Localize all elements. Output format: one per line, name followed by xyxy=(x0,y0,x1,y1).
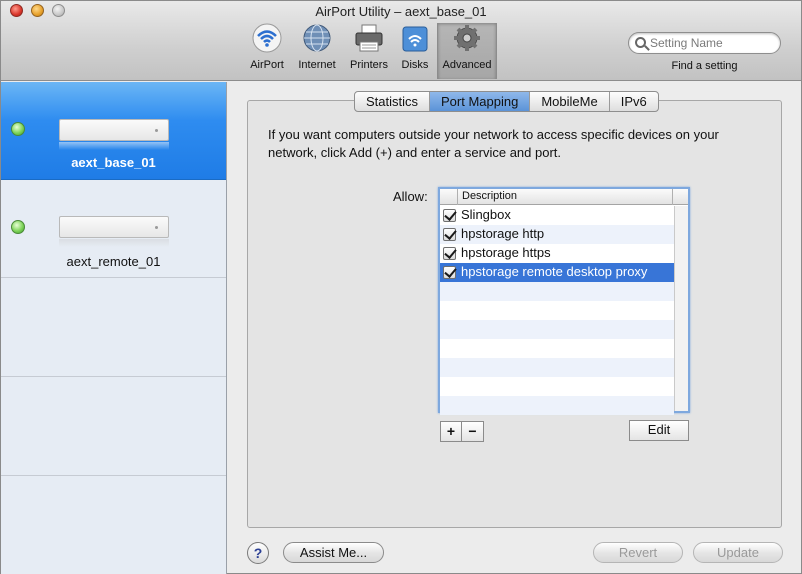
status-light-icon xyxy=(11,122,25,136)
setting-search[interactable] xyxy=(628,32,781,54)
column-corner xyxy=(672,189,688,205)
remove-mapping-button[interactable]: − xyxy=(461,421,484,442)
toolbar-internet[interactable]: Internet xyxy=(294,23,340,79)
description-column-header[interactable]: Description xyxy=(462,190,517,202)
update-button[interactable]: Update xyxy=(693,542,783,563)
device-item-aext-remote-01[interactable]: aext_remote_01 xyxy=(1,180,226,278)
list-item-selected[interactable]: hpstorage remote desktop proxy xyxy=(440,263,674,282)
empty-row xyxy=(440,282,674,301)
toolbar-printers-label: Printers xyxy=(350,59,388,71)
setting-search-input[interactable] xyxy=(650,35,775,51)
base-station-icon xyxy=(59,119,169,141)
search-icon xyxy=(635,37,646,48)
row-label: hpstorage http xyxy=(461,226,545,241)
list-item[interactable]: hpstorage https xyxy=(440,244,674,263)
tab-mobileme[interactable]: MobileMe xyxy=(530,92,610,111)
list-item[interactable]: Slingbox xyxy=(440,206,674,225)
enabled-checkbox[interactable] xyxy=(443,209,456,222)
row-label: Slingbox xyxy=(461,207,511,222)
empty-row xyxy=(440,377,674,396)
revert-button[interactable]: Revert xyxy=(593,542,683,563)
row-label: hpstorage remote desktop proxy xyxy=(461,264,648,279)
find-setting-caption: Find a setting xyxy=(671,60,738,72)
toolbar-disks-label: Disks xyxy=(401,59,429,71)
help-button[interactable]: ? xyxy=(247,542,269,564)
status-light-icon xyxy=(11,220,25,234)
base-station-reflection xyxy=(59,239,169,247)
sidebar-empty-row xyxy=(1,377,226,476)
checkbox-column-header[interactable] xyxy=(440,189,458,205)
toolbar-airport[interactable]: AirPort xyxy=(245,23,289,79)
tab-port-mapping[interactable]: Port Mapping xyxy=(430,92,531,111)
empty-row xyxy=(440,339,674,358)
allow-label: Allow: xyxy=(393,189,428,204)
toolbar-advanced[interactable]: Advanced xyxy=(437,23,497,79)
window-title: AirPort Utility – aext_base_01 xyxy=(315,4,487,19)
disk-icon xyxy=(399,23,431,53)
add-mapping-button[interactable]: + xyxy=(440,421,462,442)
list-item[interactable]: hpstorage http xyxy=(440,225,674,244)
row-label: hpstorage https xyxy=(461,245,551,260)
airport-utility-window: AirPort Utility – aext_base_01 AirPort I… xyxy=(0,0,802,574)
wifi-icon xyxy=(251,23,283,53)
toolbar-disks[interactable]: Disks xyxy=(397,23,433,79)
edit-button[interactable]: Edit xyxy=(629,420,689,441)
device-name: aext_remote_01 xyxy=(66,254,161,269)
globe-icon xyxy=(301,23,333,53)
base-station-reflection xyxy=(59,142,169,150)
tab-bar: Statistics Port Mapping MobileMe IPv6 xyxy=(354,91,659,112)
enabled-checkbox[interactable] xyxy=(443,247,456,260)
device-sidebar: aext_base_01 aext_remote_01 xyxy=(1,82,227,574)
port-mapping-description: If you want computers outside your netwo… xyxy=(268,127,719,160)
toolbar-internet-label: Internet xyxy=(298,59,336,71)
assist-me-button[interactable]: Assist Me... xyxy=(283,542,384,563)
tab-statistics[interactable]: Statistics xyxy=(355,92,431,111)
device-name: aext_base_01 xyxy=(71,155,156,170)
empty-row xyxy=(440,301,674,320)
list-scrollbar[interactable] xyxy=(674,206,688,411)
toolbar-printers[interactable]: Printers xyxy=(345,23,393,79)
empty-row xyxy=(440,396,674,415)
tab-ipv6[interactable]: IPv6 xyxy=(610,92,658,111)
toolbar-airport-label: AirPort xyxy=(250,59,284,71)
enabled-checkbox[interactable] xyxy=(443,266,456,279)
list-rows: Slingbox hpstorage http hpstorage https … xyxy=(440,206,674,415)
enabled-checkbox[interactable] xyxy=(443,228,456,241)
toolbar-advanced-label: Advanced xyxy=(442,59,492,71)
gear-icon xyxy=(451,23,483,53)
base-station-icon xyxy=(59,216,169,238)
sidebar-empty-row xyxy=(1,278,226,377)
empty-row xyxy=(440,358,674,377)
toolbar: AirPort Utility – aext_base_01 AirPort I… xyxy=(1,1,801,81)
device-item-aext-base-01[interactable]: aext_base_01 xyxy=(1,82,226,180)
printer-icon xyxy=(353,23,385,53)
list-header: Description xyxy=(440,189,688,205)
empty-row xyxy=(440,320,674,339)
port-mapping-list[interactable]: Description Slingbox hpstorage http hpst… xyxy=(438,187,690,415)
